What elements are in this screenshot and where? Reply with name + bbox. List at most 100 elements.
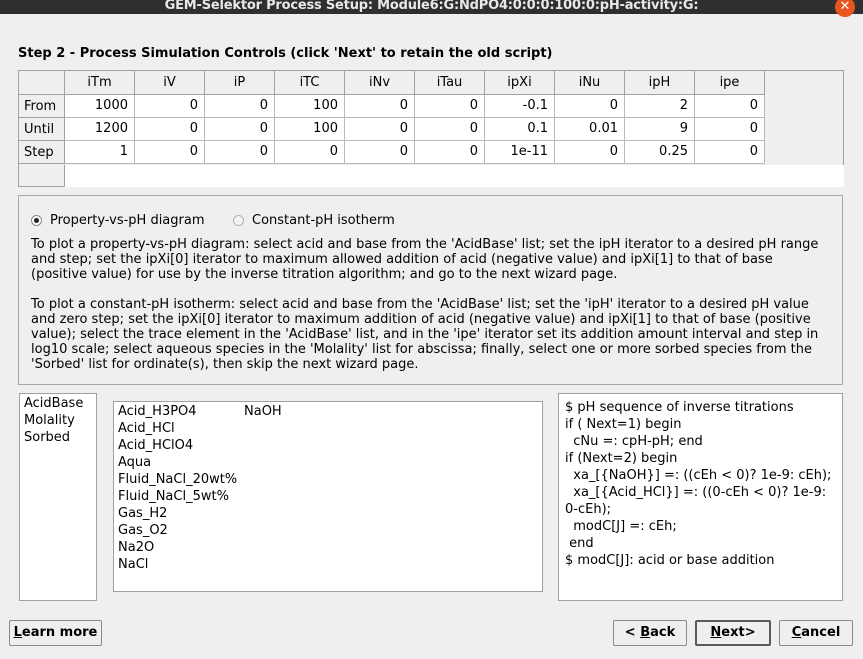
species-name[interactable]: Acid_HClO4 [118, 437, 244, 454]
grid-cell[interactable]: 2 [625, 95, 695, 118]
grid-empty-area [65, 165, 844, 187]
category-list[interactable]: AcidBase Molality Sorbed [19, 393, 97, 601]
title-bar: GEM-Selektor Process Setup: Module6:G:Nd… [0, 0, 863, 17]
radio-button-selected[interactable] [31, 214, 42, 226]
script-line: if (Next=2) begin [565, 451, 678, 466]
species-name[interactable]: Gas_O2 [118, 522, 244, 539]
column-header-itau: iTau [415, 71, 485, 95]
grid-cell[interactable]: 0 [345, 141, 415, 164]
column-header-ipe: ipe [695, 71, 765, 95]
close-icon[interactable]: ✕ [835, 0, 855, 17]
script-line: xa_[{Acid_HCl}] =: ((0-cEh < 0)? 1e-9: [565, 485, 827, 500]
list-item[interactable]: Gas_H2 [118, 505, 538, 522]
grid-cell[interactable]: 0 [415, 118, 485, 141]
grid-cell[interactable]: 0 [555, 95, 625, 118]
script-editor[interactable]: $ pH sequence of inverse titrations if ( … [558, 393, 843, 601]
description-line: log10 scale; select aqueous species in t… [31, 342, 813, 357]
window-title: GEM-Selektor Process Setup: Module6:G:Nd… [164, 0, 699, 13]
radio-constant-ph[interactable]: Constant-pH isotherm [233, 212, 395, 228]
list-item[interactable]: Fluid_NaCl_5wt% [118, 488, 538, 505]
grid-cell[interactable]: 9 [625, 118, 695, 141]
species-name[interactable]: Acid_H3PO4 [118, 403, 244, 420]
grid-cell[interactable]: 0 [555, 141, 625, 164]
grid-cell[interactable]: 0 [205, 141, 275, 164]
back-button[interactable]: < Back [613, 620, 687, 646]
radio-button-unselected[interactable] [233, 214, 244, 226]
script-line: end [565, 536, 594, 551]
radio-property-vs-ph[interactable]: Property-vs-pH diagram [31, 212, 205, 228]
grid-cell[interactable]: 0 [415, 95, 485, 118]
grid-cell[interactable]: 0 [205, 95, 275, 118]
species-name[interactable]: Fluid_NaCl_20wt% [118, 471, 244, 488]
grid-cell[interactable]: 1200 [65, 118, 135, 141]
grid-cell[interactable]: 0 [415, 141, 485, 164]
cancel-button[interactable]: Cancel [779, 620, 853, 646]
column-header-inu: iNu [555, 71, 625, 95]
grid-cell[interactable]: 1e-11 [485, 141, 555, 164]
grid-cell[interactable]: 0 [135, 118, 205, 141]
column-header-ipxi: ipXi [485, 71, 555, 95]
list-item[interactable]: Fluid_NaCl_20wt% [118, 471, 538, 488]
list-item[interactable]: Aqua [118, 454, 538, 471]
script-line: 0-cEh); [565, 502, 612, 517]
column-header-itm: iTm [65, 71, 135, 95]
list-item[interactable]: Acid_HClO4 [118, 437, 538, 454]
grid-cell[interactable]: 0 [135, 95, 205, 118]
list-item[interactable]: Gas_O2 [118, 522, 538, 539]
column-header-iv: iV [135, 71, 205, 95]
list-item[interactable]: NaCl [118, 556, 538, 573]
column-header-inv: iNv [345, 71, 415, 95]
description-line: 'Sorbed' list for ordinate(s), then skip… [31, 357, 419, 372]
next-button[interactable]: Next> [695, 620, 771, 646]
radio-label-property-vs-ph: Property-vs-pH diagram [50, 212, 205, 228]
grid-cell[interactable]: 1 [65, 141, 135, 164]
grid-cell[interactable]: 0 [345, 95, 415, 118]
grid-cell[interactable]: 1000 [65, 95, 135, 118]
grid-cell[interactable]: 0.25 [625, 141, 695, 164]
description-line: and zero step; set the ipXi[0] iterator … [31, 312, 811, 327]
grid-cell[interactable]: 0 [205, 118, 275, 141]
grid-corner [19, 71, 65, 95]
description-line: To plot a constant-pH isotherm: select a… [31, 297, 809, 312]
grid-cell[interactable]: 0.1 [485, 118, 555, 141]
row-header-step: Step [19, 141, 65, 164]
description-line: To plot a property-vs-pH diagram: select… [31, 237, 819, 252]
grid-cell[interactable]: 0 [695, 141, 765, 164]
row-header-from: From [19, 95, 65, 118]
list-item[interactable]: Acid_H3PO4 NaOH [118, 403, 538, 420]
iterator-grid: iTm iV iP iTC iNv iTau ipXi iNu ipH ipe From 1000 0 0… [18, 70, 844, 187]
grid-cell[interactable]: 100 [275, 95, 345, 118]
grid-cell[interactable]: 0 [695, 118, 765, 141]
species-name[interactable]: NaCl [118, 556, 244, 573]
radio-label-constant-ph: Constant-pH isotherm [252, 212, 395, 228]
grid-cell[interactable]: 0 [695, 95, 765, 118]
grid-cell[interactable]: 0 [345, 118, 415, 141]
grid-cell[interactable]: 0 [275, 141, 345, 164]
description-line: (positive value) for use by the inverse … [31, 267, 618, 282]
grid-cell[interactable]: 0.01 [555, 118, 625, 141]
description-property-vs-ph: To plot a property-vs-pH diagram: select… [31, 237, 836, 282]
species-name[interactable]: Fluid_NaCl_5wt% [118, 488, 244, 505]
description-line: value); select the trace element in the … [31, 327, 819, 342]
list-item[interactable]: Acid_HCl [118, 420, 538, 437]
species-name[interactable]: Aqua [118, 454, 244, 471]
grid-cell[interactable]: 100 [275, 118, 345, 141]
species-name[interactable]: Acid_HCl [118, 420, 244, 437]
row-header-until: Until [19, 118, 65, 141]
selected-species[interactable]: NaOH [244, 403, 282, 420]
script-line: $ modC[J]: acid or base addition [565, 553, 775, 568]
grid-cell[interactable]: -0.1 [485, 95, 555, 118]
script-line: modC[J] =: cEh; [565, 519, 677, 534]
grid-cell[interactable]: 0 [135, 141, 205, 164]
mode-panel: Property-vs-pH diagram Constant-pH isoth… [18, 195, 843, 385]
grid-rowhead-filler [19, 165, 65, 187]
species-name[interactable]: Gas_H2 [118, 505, 244, 522]
species-list[interactable]: Acid_H3PO4 NaOH Acid_HCl Acid_HClO4 Aqua Flui… [113, 401, 543, 592]
category-item-acidbase[interactable]: AcidBase [24, 395, 92, 412]
category-item-molality[interactable]: Molality [24, 412, 92, 429]
script-line: if ( Next=1) begin [565, 417, 682, 432]
learn-more-button[interactable]: Learn more [9, 620, 102, 646]
list-item[interactable]: Na2O [118, 539, 538, 556]
category-item-sorbed[interactable]: Sorbed [24, 429, 92, 446]
species-name[interactable]: Na2O [118, 539, 244, 556]
